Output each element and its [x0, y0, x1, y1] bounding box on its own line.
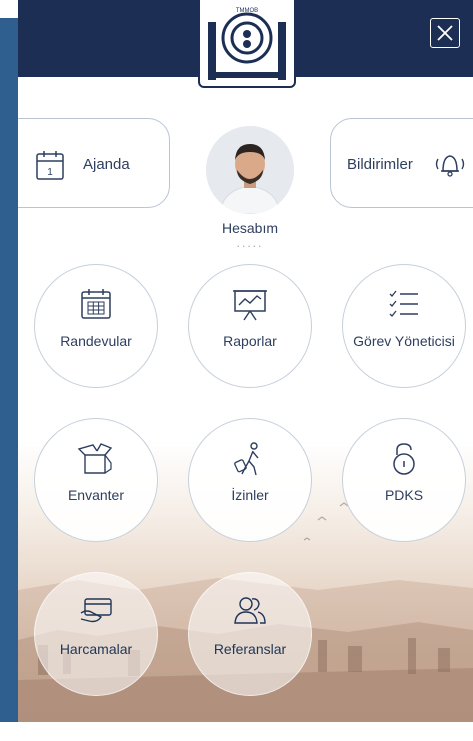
top-header: TMMOB	[18, 0, 473, 88]
profile-dots: .....	[236, 236, 264, 250]
device-edge	[0, 18, 20, 728]
tmmob-logo: TMMOB	[198, 0, 296, 88]
calendar-icon: 1	[36, 151, 64, 180]
agenda-button[interactable]: 1 Ajanda	[18, 118, 170, 208]
task-manager-button[interactable]: Görev Yöneticisi	[342, 264, 466, 388]
svg-text:TMMOB: TMMOB	[236, 8, 258, 14]
expenses-label: Harcamalar	[59, 641, 133, 657]
close-icon	[437, 25, 453, 41]
pdks-label: PDKS	[384, 487, 424, 503]
references-label: Referanslar	[213, 641, 287, 657]
checklist-icon	[389, 290, 418, 317]
unlock-icon	[393, 443, 415, 475]
inventory-label: Envanter	[67, 487, 125, 503]
notifications-button[interactable]: Bildirimler	[330, 118, 473, 208]
appointments-button[interactable]: Randevular	[34, 264, 158, 388]
presentation-chart-icon	[233, 290, 267, 321]
users-icon	[234, 597, 266, 624]
app-screen: TMMOB 1 Ajanda Hesabım ..... Bildirimler…	[18, 0, 473, 722]
reports-label: Raporlar	[223, 333, 277, 349]
expenses-button[interactable]: Harcamalar	[34, 572, 158, 696]
svg-text:1: 1	[47, 167, 53, 178]
pdks-button[interactable]: PDKS	[342, 418, 466, 542]
agenda-label: Ajanda	[83, 156, 130, 173]
calendar-grid-icon	[81, 289, 111, 319]
open-box-icon	[77, 443, 113, 474]
close-button[interactable]	[430, 18, 460, 48]
bell-icon	[435, 155, 465, 177]
reports-button[interactable]: Raporlar	[188, 264, 312, 388]
credit-card-icon	[80, 598, 112, 623]
appointments-label: Randevular	[60, 333, 132, 349]
user-photo-icon	[206, 126, 294, 214]
page-bottom-margin	[0, 722, 473, 741]
leaves-button[interactable]: İzinler	[188, 418, 312, 542]
leaves-label: İzinler	[231, 487, 269, 503]
references-button[interactable]: Referanslar	[188, 572, 312, 696]
profile-label[interactable]: Hesabım	[198, 220, 302, 236]
notifications-label: Bildirimler	[347, 156, 413, 173]
profile-avatar[interactable]	[206, 126, 294, 214]
inventory-button[interactable]: Envanter	[34, 418, 158, 542]
task-manager-label: Görev Yöneticisi	[353, 333, 455, 349]
walking-traveler-icon	[234, 442, 259, 476]
